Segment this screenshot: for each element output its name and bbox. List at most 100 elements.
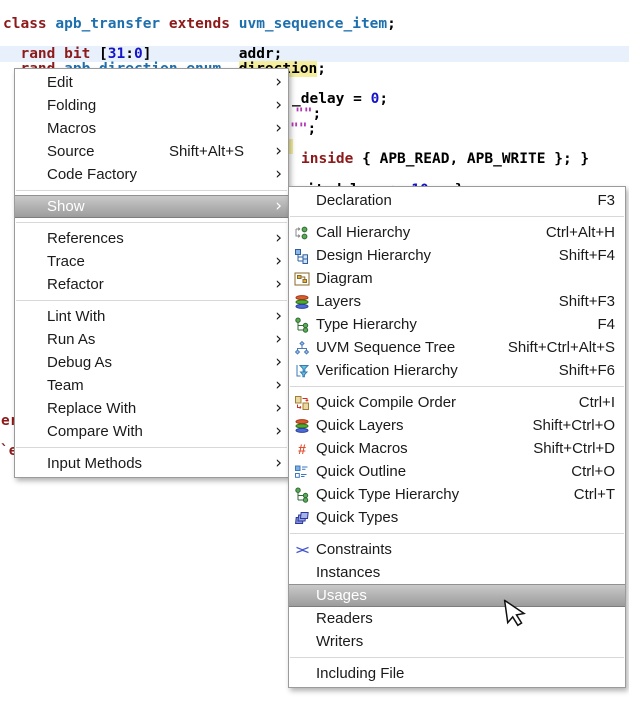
submenu-item-call-hierarchy[interactable]: Call HierarchyCtrl+Alt+H <box>289 221 625 244</box>
submenu-item-layers[interactable]: LayersShift+F3 <box>289 290 625 313</box>
no-icon <box>294 193 310 209</box>
ident-addr: addr; <box>239 46 283 62</box>
menu-item-refactor[interactable]: Refactor› <box>15 273 288 296</box>
submenu-item-quick-types[interactable]: Quick Types <box>289 506 625 529</box>
no-icon <box>294 588 310 604</box>
kw-rand-bit: rand bit <box>3 46 99 62</box>
num-31: 31 <box>108 46 125 62</box>
code-line-class-decl: class apb_transfer extends uvm_sequence_… <box>3 17 396 32</box>
submenu-arrow-icon: › <box>270 308 282 325</box>
mouse-cursor <box>503 596 531 629</box>
menu-item-label: Code Factory <box>47 166 270 183</box>
menu-item-label: References <box>47 230 270 247</box>
menu-item-label: Usages <box>316 587 615 604</box>
menu-item-edit[interactable]: Edit› <box>15 71 288 94</box>
submenu-item-writers[interactable]: Writers <box>289 630 625 653</box>
submenu-item-quick-type-hierarchy[interactable]: Quick Type HierarchyCtrl+T <box>289 483 625 506</box>
menu-shortcut: Ctrl+T <box>574 486 615 503</box>
menu-item-label: Quick Type Hierarchy <box>316 486 574 503</box>
submenu-item-verification-hierarchy[interactable]: Verification HierarchyShift+F6 <box>289 359 625 382</box>
constraints-icon: >< <box>294 542 310 558</box>
quick-compile-order-icon <box>294 395 310 411</box>
menu-item-label: Instances <box>316 564 615 581</box>
submenu-arrow-icon: › <box>270 74 282 91</box>
menu-item-label: Diagram <box>316 270 615 287</box>
menu-item-source[interactable]: SourceShift+Alt+S › <box>15 140 288 163</box>
menu-separator <box>290 533 624 534</box>
layers-icon <box>294 418 310 434</box>
menu-shortcut: Shift+F3 <box>559 293 615 310</box>
menu-item-macros[interactable]: Macros› <box>15 117 288 140</box>
submenu-arrow-icon: › <box>270 143 282 160</box>
menu-item-compare-with[interactable]: Compare With› <box>15 420 288 443</box>
menu-shortcut: Shift+F6 <box>559 362 615 379</box>
verification-hierarchy-icon <box>294 363 310 379</box>
hash-macro-icon: # <box>294 441 310 457</box>
submenu-arrow-icon: › <box>270 423 282 440</box>
menu-item-label: Quick Outline <box>316 463 571 480</box>
menu-shortcut: Ctrl+O <box>571 463 615 480</box>
menu-separator <box>16 300 287 301</box>
menu-item-label: Design Hierarchy <box>316 247 559 264</box>
menu-shortcut: F4 <box>597 316 615 333</box>
submenu-item-including-file[interactable]: Including File <box>289 662 625 685</box>
submenu-item-instances[interactable]: Instances <box>289 561 625 584</box>
submenu-arrow-icon: › <box>270 198 282 215</box>
submenu-item-diagram[interactable]: Diagram <box>289 267 625 290</box>
kw-extends: extends <box>160 16 239 32</box>
submenu-item-declaration[interactable]: DeclarationF3 <box>289 189 625 212</box>
menu-item-label: Team <box>47 377 270 394</box>
menu-item-label: Source <box>47 143 169 160</box>
submenu-item-quick-layers[interactable]: Quick LayersShift+Ctrl+O <box>289 414 625 437</box>
menu-item-label: Call Hierarchy <box>316 224 546 241</box>
menu-item-input-methods[interactable]: Input Methods› <box>15 452 288 475</box>
menu-item-lint-with[interactable]: Lint With› <box>15 305 288 328</box>
submenu-arrow-icon: › <box>270 354 282 371</box>
menu-item-label: Show <box>47 198 270 215</box>
menu-item-run-as[interactable]: Run As› <box>15 328 288 351</box>
call-hierarchy-icon <box>294 225 310 241</box>
type-apb-transfer: apb_transfer <box>55 16 160 32</box>
menu-item-folding[interactable]: Folding› <box>15 94 288 117</box>
submenu-item-quick-compile-order[interactable]: Quick Compile OrderCtrl+I <box>289 391 625 414</box>
menu-item-label: Quick Macros <box>316 440 533 457</box>
menu-item-debug-as[interactable]: Debug As› <box>15 351 288 374</box>
submenu-arrow-icon: › <box>270 276 282 293</box>
menu-item-label: UVM Sequence Tree <box>316 339 508 356</box>
menu-shortcut: Shift+Alt+S <box>169 143 244 160</box>
punct: ; <box>387 16 396 32</box>
menu-item-team[interactable]: Team› <box>15 374 288 397</box>
type-hierarchy-icon <box>294 317 310 333</box>
menu-shortcut: Shift+F4 <box>559 247 615 264</box>
submenu-arrow-icon: › <box>270 331 282 348</box>
menu-shortcut: Ctrl+I <box>579 394 615 411</box>
submenu-arrow-icon: › <box>270 253 282 270</box>
menu-item-label: Run As <box>47 331 270 348</box>
menu-item-code-factory[interactable]: Code Factory› <box>15 163 288 186</box>
menu-item-replace-with[interactable]: Replace With› <box>15 397 288 420</box>
menu-item-references[interactable]: References› <box>15 227 288 250</box>
menu-item-label: Constraints <box>316 541 615 558</box>
no-icon <box>294 634 310 650</box>
submenu-item-usages[interactable]: Usages <box>289 584 625 607</box>
menu-item-show[interactable]: Show› <box>15 195 288 218</box>
submenu-item-uvm-sequence-tree[interactable]: UVM Sequence TreeShift+Ctrl+Alt+S <box>289 336 625 359</box>
submenu-arrow-icon: › <box>270 166 282 183</box>
submenu-item-quick-macros[interactable]: #Quick MacrosShift+Ctrl+D <box>289 437 625 460</box>
menu-item-label: Verification Hierarchy <box>316 362 559 379</box>
kw-class: class <box>3 16 55 32</box>
submenu-arrow-icon: › <box>270 97 282 114</box>
submenu-item-constraints[interactable]: >< Constraints <box>289 538 625 561</box>
submenu-item-readers[interactable]: Readers <box>289 607 625 630</box>
submenu-item-design-hierarchy[interactable]: Design HierarchyShift+F4 <box>289 244 625 267</box>
menu-item-label: Quick Layers <box>316 417 532 434</box>
menu-item-trace[interactable]: Trace› <box>15 250 288 273</box>
submenu-arrow-icon: › <box>270 400 282 417</box>
quick-types-icon <box>294 510 310 526</box>
submenu-item-type-hierarchy[interactable]: Type HierarchyF4 <box>289 313 625 336</box>
code-fragment-string1: ""; <box>295 107 321 122</box>
code-fragment-delay: _delay = 0; <box>292 92 388 107</box>
submenu-item-quick-outline[interactable]: Quick OutlineCtrl+O <box>289 460 625 483</box>
punct: [ <box>99 46 108 62</box>
menu-item-label: Compare With <box>47 423 270 440</box>
